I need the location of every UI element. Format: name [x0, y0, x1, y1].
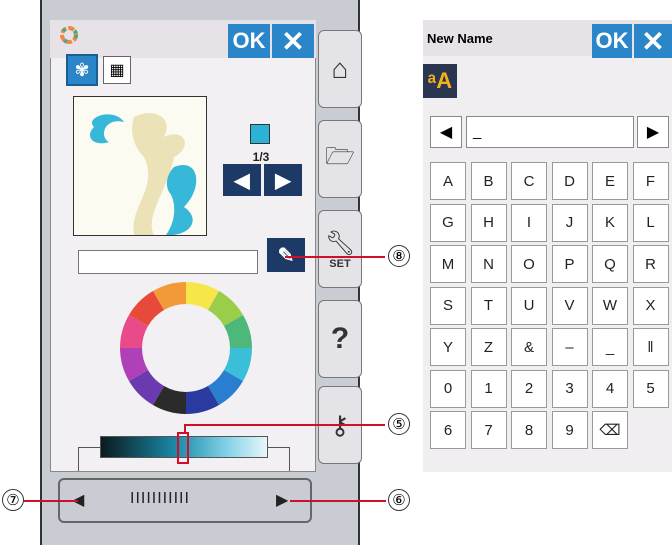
key[interactable]: T: [470, 286, 507, 325]
shade-slider-handle[interactable]: [177, 432, 189, 464]
set-label: SET: [329, 257, 351, 270]
cursor-left-button[interactable]: ◀: [430, 116, 462, 148]
backspace-key[interactable]: ⌫: [592, 411, 628, 449]
bracket-line-left: [78, 447, 100, 448]
key[interactable]: N: [470, 245, 507, 283]
color-palette-wheel[interactable]: [118, 280, 254, 416]
pattern-counter: 1/3: [252, 150, 270, 164]
bracket-line-right: [268, 447, 290, 448]
help-icon: ?: [330, 322, 350, 355]
key[interactable]: 7: [470, 411, 507, 449]
key[interactable]: C: [511, 162, 547, 200]
embroidery-preview-image: [89, 113, 197, 235]
key[interactable]: E: [592, 162, 628, 200]
key[interactable]: B: [470, 162, 507, 200]
thread-color-swatch: [250, 124, 270, 144]
arrow-right-icon: ▶: [646, 124, 660, 141]
wrench-icon: 🔧︎: [324, 229, 356, 257]
key[interactable]: F: [632, 162, 669, 200]
key[interactable]: X: [632, 286, 669, 325]
help-button[interactable]: ?: [318, 300, 362, 378]
case-toggle-button[interactable]: ᵃA: [423, 64, 457, 98]
next-color-button[interactable]: ▶: [264, 164, 302, 196]
key[interactable]: G: [430, 203, 466, 242]
folder-icon: 🗁: [325, 142, 355, 170]
settings-button[interactable]: 🔧︎ SET: [318, 210, 362, 288]
key[interactable]: Z: [470, 328, 507, 366]
grid-mode-button[interactable]: ▦: [103, 56, 131, 84]
arrow-right-icon: ▶: [275, 169, 291, 192]
pencil-icon: ✎: [277, 244, 295, 267]
grid-icon: ▦: [109, 62, 125, 79]
key[interactable]: R: [632, 245, 669, 283]
arrow-left-icon: ◀: [234, 169, 250, 192]
key[interactable]: L: [632, 203, 669, 242]
callout-5: ⑤: [388, 413, 410, 435]
key[interactable]: &: [511, 328, 547, 366]
key[interactable]: 2: [511, 369, 547, 408]
name-input[interactable]: _: [466, 116, 634, 148]
close-icon: ✕: [281, 25, 305, 57]
key[interactable]: –: [551, 328, 588, 366]
edit-name-button[interactable]: ✎: [267, 238, 305, 272]
key[interactable]: 6: [430, 411, 466, 449]
key[interactable]: 0: [430, 369, 466, 408]
kb-ok-button[interactable]: OK: [592, 24, 632, 58]
key[interactable]: U: [511, 286, 547, 325]
key[interactable]: V: [551, 286, 588, 325]
key[interactable]: 8: [511, 411, 547, 449]
key[interactable]: W: [592, 286, 628, 325]
key[interactable]: S: [430, 286, 466, 325]
key[interactable]: Y: [430, 328, 466, 366]
callout-8: ⑧: [388, 245, 410, 267]
scroll-ticks: IIIIIIIIIII: [130, 490, 190, 507]
key[interactable]: 4: [592, 369, 628, 408]
bracket-line-right-vert: [289, 447, 290, 471]
cursor-right-button[interactable]: ▶: [637, 116, 669, 148]
callout-7: ⑦: [2, 489, 24, 511]
key[interactable]: I: [511, 203, 547, 242]
case-toggle-icon: ᵃA: [427, 68, 453, 93]
home-button[interactable]: ⌂: [318, 30, 362, 108]
open-file-button[interactable]: 🗁: [318, 120, 362, 198]
key[interactable]: Q: [592, 245, 628, 283]
scroll-right-button[interactable]: ▶: [276, 490, 288, 510]
flower-icon: ✾: [74, 59, 90, 80]
pattern-preview: [73, 96, 207, 236]
callout-5-line: [184, 424, 385, 426]
callout-6: ⑥: [388, 489, 410, 511]
callout-5-stem: [184, 424, 186, 434]
ok-button[interactable]: OK: [228, 24, 270, 58]
key[interactable]: ‖: [632, 328, 669, 366]
callout-6-line: [290, 500, 386, 502]
key[interactable]: A: [430, 162, 466, 200]
key[interactable]: M: [430, 245, 466, 283]
home-icon: ⌂: [331, 53, 349, 84]
key[interactable]: H: [470, 203, 507, 242]
key[interactable]: 9: [551, 411, 588, 449]
embroidery-mode-button[interactable]: ✾: [66, 54, 98, 86]
key[interactable]: J: [551, 203, 588, 242]
callout-8-line: [285, 256, 385, 258]
prev-color-button[interactable]: ◀: [223, 164, 261, 196]
color-wheel-icon: [60, 26, 78, 44]
key[interactable]: P: [551, 245, 588, 283]
close-icon: ✕: [641, 25, 665, 57]
close-button[interactable]: ✕: [272, 24, 314, 58]
key[interactable]: O: [511, 245, 547, 283]
bracket-line-left-vert: [78, 447, 79, 471]
arrow-left-icon: ◀: [439, 124, 453, 141]
callout-7-line: [24, 500, 78, 502]
kb-close-button[interactable]: ✕: [634, 24, 672, 58]
key[interactable]: K: [592, 203, 628, 242]
key[interactable]: 3: [551, 369, 588, 408]
key[interactable]: 5: [632, 369, 669, 408]
name-field[interactable]: [78, 250, 258, 274]
key[interactable]: _: [592, 328, 628, 366]
key[interactable]: 1: [470, 369, 507, 408]
key[interactable]: D: [551, 162, 588, 200]
